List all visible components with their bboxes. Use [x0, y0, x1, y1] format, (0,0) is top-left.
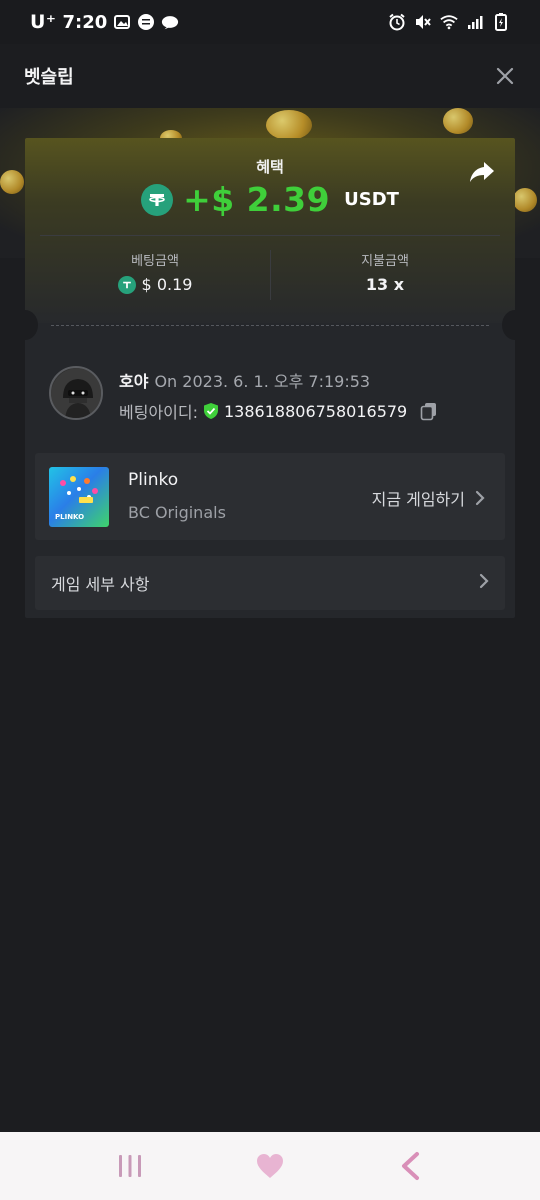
- system-nav-bar: [0, 1132, 540, 1200]
- carrier-label: U⁺: [30, 11, 57, 33]
- recent-apps-button[interactable]: [110, 1146, 150, 1186]
- coin-decoration: [443, 108, 473, 134]
- game-thumb-text: PLINKO: [55, 513, 84, 521]
- heart-home-icon: [257, 1154, 283, 1178]
- payout-label: 지불금액: [361, 254, 409, 269]
- bet-id-value: 138618806758016579: [224, 401, 408, 421]
- back-icon: [402, 1152, 419, 1180]
- chevron-right-icon: [475, 490, 485, 506]
- avatar[interactable]: [49, 366, 103, 420]
- tether-icon: [141, 183, 174, 216]
- game-link-row[interactable]: PLINKO Plinko BC Originals 지금 게임하기: [35, 453, 505, 540]
- payout-value: 13 x: [365, 275, 405, 294]
- status-bar: U⁺ 7:20: [0, 0, 540, 44]
- user-name[interactable]: 호야: [119, 368, 148, 392]
- page-title: 벳슬립: [24, 67, 74, 88]
- close-button[interactable]: [494, 65, 516, 87]
- app-header: 벳슬립: [0, 44, 540, 108]
- coin-decoration: [513, 188, 537, 212]
- tether-icon: [117, 275, 136, 294]
- coin-decoration: [266, 110, 312, 140]
- share-button[interactable]: [469, 160, 495, 184]
- benefit-amount: +$ 2.39: [183, 180, 331, 219]
- bet-amount-label: 베팅금액: [131, 254, 179, 269]
- user-info: 호야 On 2023. 6. 1. 오후 7:19:53 베팅아이디: 1386…: [49, 366, 499, 426]
- bet-slip-card: 혜택 +$ 2.39 USDT 베팅금액 $ 0.19 지불금액 13 x 호야…: [25, 138, 515, 618]
- chat-icon: [161, 13, 179, 31]
- copy-icon[interactable]: [419, 401, 439, 421]
- signal-icon: [466, 13, 484, 31]
- divider: [40, 235, 500, 236]
- game-provider: BC Originals: [128, 503, 226, 522]
- benefit-unit: USDT: [344, 189, 399, 210]
- game-thumbnail: PLINKO: [49, 467, 109, 527]
- bet-date: On 2023. 6. 1. 오후 7:19:53: [154, 372, 371, 391]
- recent-apps-icon: [119, 1155, 141, 1177]
- benefit-row: +$ 2.39 USDT: [25, 180, 515, 219]
- gallery-icon: [113, 13, 131, 31]
- lock-app-icon: [137, 13, 155, 31]
- play-now-label: 지금 게임하기: [371, 490, 465, 509]
- ticket-perforation: [51, 325, 489, 326]
- alarm-icon: [388, 13, 406, 31]
- bet-amount-value-row: $ 0.19: [40, 275, 270, 294]
- coin-decoration: [0, 170, 24, 194]
- payout-stat: 지불금액 13 x: [270, 250, 500, 294]
- bet-id-line: 베팅아이디: 138618806758016579: [119, 399, 439, 423]
- verified-shield-icon: [202, 402, 220, 420]
- battery-icon: [492, 13, 510, 31]
- bet-amount-stat: 베팅금액 $ 0.19: [40, 250, 270, 294]
- benefit-label: 혜택: [256, 158, 284, 176]
- home-button[interactable]: [250, 1146, 290, 1186]
- payout-value-row: 13 x: [270, 275, 500, 294]
- back-button[interactable]: [390, 1146, 430, 1186]
- mute-icon: [414, 13, 432, 31]
- game-details-label: 게임 세부 사항: [51, 575, 150, 594]
- bet-amount-value: $ 0.19: [141, 275, 193, 294]
- chevron-right-icon: [479, 573, 489, 593]
- status-time: 7:20: [62, 11, 108, 33]
- game-details-row[interactable]: 게임 세부 사항: [35, 556, 505, 610]
- share-icon: [470, 162, 494, 182]
- game-name: Plinko: [128, 470, 179, 490]
- close-icon: [496, 67, 514, 85]
- user-line: 호야 On 2023. 6. 1. 오후 7:19:53: [119, 368, 370, 392]
- wifi-icon: [440, 13, 458, 31]
- bet-id-label: 베팅아이디:: [119, 403, 198, 422]
- play-now-link[interactable]: 지금 게임하기: [372, 486, 485, 510]
